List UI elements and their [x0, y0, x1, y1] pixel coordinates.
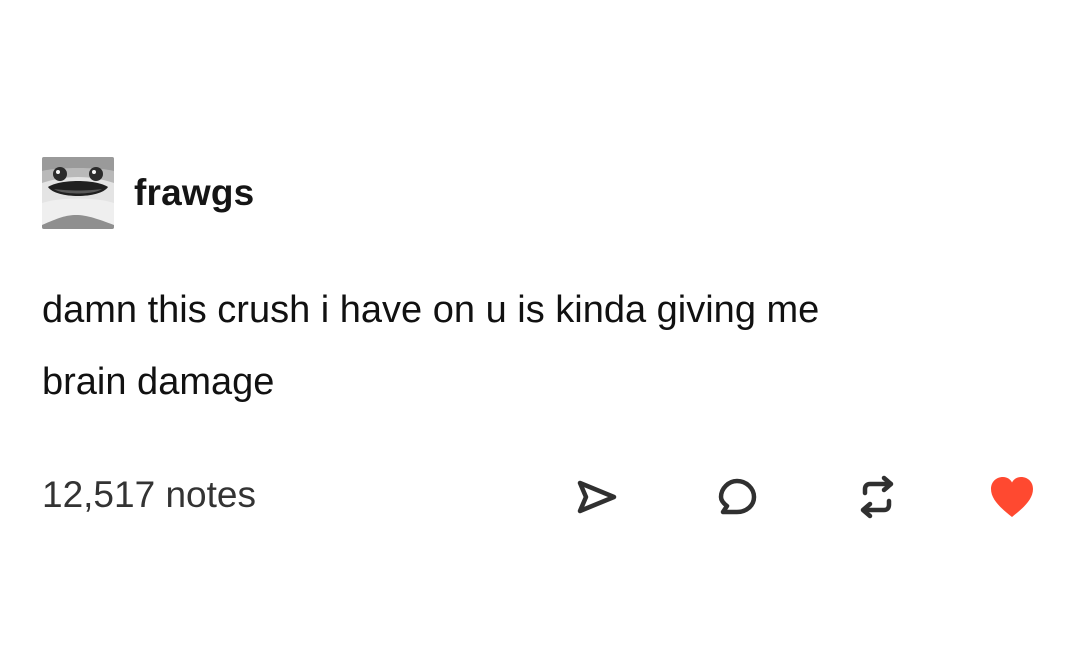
share-icon: [577, 480, 617, 514]
reblog-button[interactable]: [850, 470, 904, 524]
post-header: frawgs: [42, 156, 254, 230]
notes-count[interactable]: 12,517 notes: [42, 474, 256, 516]
share-button[interactable]: [569, 470, 623, 524]
username[interactable]: frawgs: [134, 172, 254, 214]
like-button[interactable]: [985, 470, 1039, 524]
reply-icon: [718, 478, 757, 515]
post-card: frawgs damn this crush i have on u is ki…: [0, 0, 1080, 654]
post-footer: 12,517 notes: [42, 470, 1042, 524]
avatar[interactable]: [42, 157, 114, 229]
post-text-line-1: damn this crush i have on u is kinda giv…: [42, 289, 820, 331]
reply-button[interactable]: [710, 470, 764, 524]
post-text: damn this crush i have on u is kinda giv…: [42, 274, 1032, 418]
post-text-line-2: brain damage: [42, 361, 275, 403]
heart-icon: [991, 477, 1033, 517]
reblog-icon: [860, 475, 894, 519]
frog-avatar-icon: [42, 157, 114, 229]
